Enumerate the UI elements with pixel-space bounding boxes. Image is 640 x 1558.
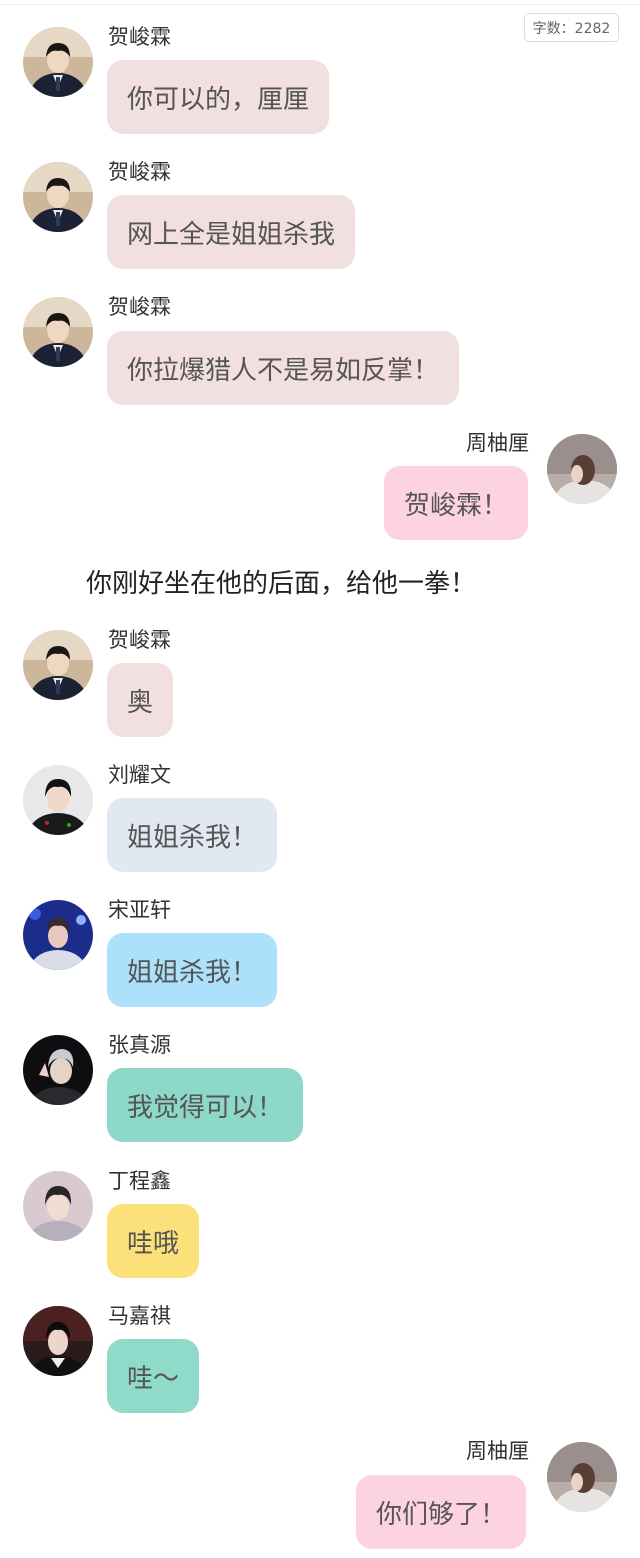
avatar[interactable] <box>23 630 93 700</box>
avatar[interactable] <box>23 1035 93 1105</box>
portrait-icon-zhou <box>547 1442 617 1512</box>
sender-name: 周柚厘 <box>466 1439 529 1463</box>
portrait-icon-ding <box>23 1171 93 1241</box>
sender-name: 周柚厘 <box>466 431 529 455</box>
avatar[interactable] <box>23 1171 93 1241</box>
sender-name: 张真源 <box>108 1033 171 1057</box>
sender-name: 宋亚轩 <box>108 898 171 922</box>
portrait-icon-he <box>23 630 93 700</box>
portrait-icon-zhou <box>547 434 617 504</box>
message-bubble[interactable]: 姐姐杀我！ <box>107 798 278 872</box>
portrait-icon-zhang <box>23 1035 93 1105</box>
portrait-icon-he <box>23 297 93 367</box>
avatar[interactable] <box>23 765 93 835</box>
top-divider <box>0 4 640 5</box>
message-bubble[interactable]: 贺峻霖！ <box>384 466 529 540</box>
avatar[interactable] <box>23 1306 93 1376</box>
sender-name: 贺峻霖 <box>108 160 171 184</box>
message-bubble[interactable]: 哇哦 <box>107 1204 200 1278</box>
word-count-badge: 字数：2282 <box>524 13 619 42</box>
portrait-icon-song <box>23 900 93 970</box>
avatar[interactable] <box>23 900 93 970</box>
avatar[interactable] <box>23 162 93 232</box>
avatar[interactable] <box>23 27 93 97</box>
portrait-icon-liu <box>23 765 93 835</box>
sender-name: 马嘉祺 <box>108 1304 171 1328</box>
avatar[interactable] <box>547 1442 617 1512</box>
sender-name: 贺峻霖 <box>108 295 171 319</box>
avatar[interactable] <box>23 297 93 367</box>
avatar[interactable] <box>547 434 617 504</box>
sender-name: 刘耀文 <box>108 763 171 787</box>
message-bubble[interactable]: 姐姐杀我！ <box>107 933 278 1007</box>
message-bubble[interactable]: 你可以的，厘厘 <box>107 60 330 134</box>
message-bubble[interactable]: 我觉得可以！ <box>107 1068 304 1142</box>
sender-name: 丁程鑫 <box>108 1169 171 1193</box>
message-bubble[interactable]: 哇～ <box>107 1339 200 1413</box>
portrait-icon-he <box>23 27 93 97</box>
portrait-icon-ma <box>23 1306 93 1376</box>
sender-name: 贺峻霖 <box>108 25 171 49</box>
message-bubble[interactable]: 网上全是姐姐杀我 <box>107 195 356 269</box>
message-bubble[interactable]: 你拉爆猎人不是易如反掌！ <box>107 331 460 405</box>
message-bubble[interactable]: 奥 <box>107 663 174 737</box>
portrait-icon-he <box>23 162 93 232</box>
sender-name: 贺峻霖 <box>108 628 171 652</box>
narration-text: 你刚好坐在他的后面，给他一拳！ <box>86 569 477 599</box>
message-bubble[interactable]: 你们够了！ <box>356 1475 527 1549</box>
